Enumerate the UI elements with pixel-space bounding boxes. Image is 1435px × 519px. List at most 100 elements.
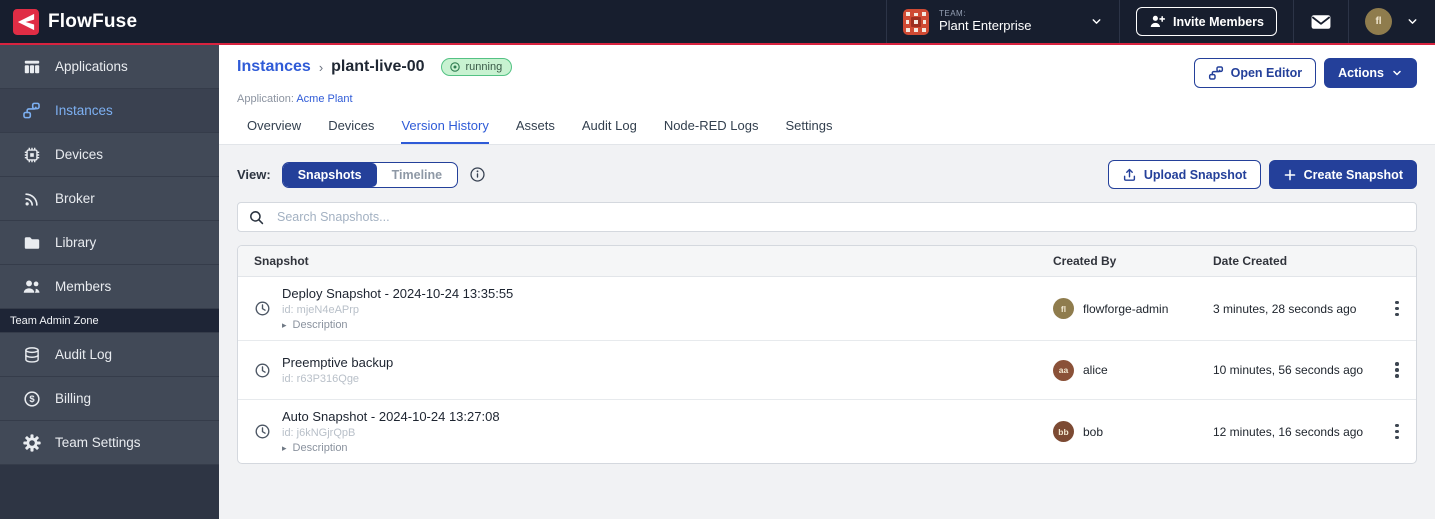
invite-members-label: Invite Members [1173, 15, 1264, 29]
flowfuse-logo-icon [13, 9, 39, 35]
team-name: Plant Enterprise [939, 19, 1032, 34]
breadcrumb-separator: › [319, 60, 323, 75]
chevron-down-icon [1406, 15, 1419, 28]
status-badge-label: running [466, 61, 503, 73]
snapshot-title: Preemptive backup [282, 355, 393, 370]
sidebar-item-devices[interactable]: Devices [0, 133, 219, 177]
breadcrumb: Instances › plant-live-00 running [237, 58, 512, 76]
user-plus-icon [1149, 13, 1166, 30]
tab-node-red-logs[interactable]: Node-RED Logs [664, 118, 759, 144]
invite-members-button[interactable]: Invite Members [1136, 7, 1277, 36]
tab-devices[interactable]: Devices [328, 118, 374, 144]
user-menu[interactable]: fl [1348, 0, 1435, 43]
caret-right-icon: ▸ [282, 320, 287, 331]
search-icon [248, 209, 265, 226]
actions-button[interactable]: Actions [1324, 58, 1417, 88]
plus-icon [1283, 168, 1297, 182]
upload-snapshot-button[interactable]: Upload Snapshot [1108, 160, 1261, 189]
sidebar-item-label: Broker [55, 191, 95, 206]
column-snapshot: Snapshot [238, 254, 1053, 268]
view-toggle: Snapshots Timeline [282, 162, 458, 188]
snapshot-id: id: r63P316Qge [282, 373, 393, 385]
kebab-menu-icon[interactable] [1378, 301, 1416, 317]
dollar-coin-icon: $ [22, 390, 41, 408]
svg-text:$: $ [29, 394, 35, 405]
broadcast-icon [22, 190, 41, 208]
sidebar-item-members[interactable]: Members [0, 265, 219, 309]
sidebar-item-team-settings[interactable]: Team Settings [0, 421, 219, 465]
description-toggle[interactable]: ▸ Description [282, 319, 513, 331]
table-row[interactable]: Auto Snapshot - 2024-10-24 13:27:08 id: … [238, 400, 1416, 463]
sidebar-item-label: Billing [55, 391, 91, 406]
create-snapshot-button[interactable]: Create Snapshot [1269, 160, 1417, 189]
sidebar-item-label: Audit Log [55, 347, 112, 362]
kebab-menu-icon[interactable] [1378, 362, 1416, 378]
table-row[interactable]: Deploy Snapshot - 2024-10-24 13:35:55 id… [238, 277, 1416, 341]
open-editor-button[interactable]: Open Editor [1194, 58, 1317, 88]
header-buttons: Open Editor Actions [1194, 58, 1417, 88]
tab-overview[interactable]: Overview [247, 118, 301, 144]
toggle-snapshots[interactable]: Snapshots [283, 163, 377, 187]
gear-icon [22, 434, 41, 452]
users-icon [22, 277, 41, 296]
sidebar: Applications Instances Devices Broker [0, 45, 219, 519]
application-label: Application: [237, 93, 294, 105]
application-line: Application: Acme Plant [237, 93, 1417, 105]
chevron-down-icon [1090, 15, 1103, 28]
creator-name: bob [1083, 425, 1103, 439]
team-selector[interactable]: TEAM: Plant Enterprise [886, 0, 1119, 43]
sidebar-item-library[interactable]: Library [0, 221, 219, 265]
snapshots-table: Snapshot Created By Date Created Deplo [237, 245, 1417, 464]
upload-snapshot-label: Upload Snapshot [1144, 168, 1247, 182]
clock-icon [254, 362, 271, 379]
avatar: bb [1053, 421, 1074, 442]
table-header: Snapshot Created By Date Created [238, 246, 1416, 277]
editor-instances-icon [1208, 65, 1224, 81]
brand-area[interactable]: FlowFuse [0, 0, 137, 43]
actions-label: Actions [1338, 66, 1384, 80]
envelope-icon[interactable] [1310, 13, 1332, 31]
clock-icon [254, 423, 271, 440]
page-header: Instances › plant-live-00 running [219, 45, 1435, 145]
team-admin-zone-label: Team Admin Zone [0, 309, 219, 333]
description-toggle[interactable]: ▸ Description [282, 442, 500, 454]
main-area: Instances › plant-live-00 running [219, 45, 1435, 519]
open-editor-label: Open Editor [1231, 66, 1303, 80]
chevron-down-icon [1391, 67, 1403, 79]
toggle-timeline[interactable]: Timeline [377, 163, 457, 187]
kebab-menu-icon[interactable] [1378, 424, 1416, 440]
chip-icon [22, 146, 41, 164]
caret-right-icon: ▸ [282, 443, 287, 454]
instances-icon [22, 101, 41, 120]
avatar: aa [1053, 360, 1074, 381]
table-row[interactable]: Preemptive backup id: r63P316Qge aa alic… [238, 341, 1416, 400]
invite-section: Invite Members [1119, 0, 1293, 43]
user-avatar: fl [1365, 8, 1392, 35]
sidebar-item-audit-log[interactable]: Audit Log [0, 333, 219, 377]
sidebar-item-broker[interactable]: Broker [0, 177, 219, 221]
snapshot-title: Deploy Snapshot - 2024-10-24 13:35:55 [282, 286, 513, 301]
sidebar-item-label: Instances [55, 103, 113, 118]
avatar: fl [1053, 298, 1074, 319]
breadcrumb-instances-link[interactable]: Instances [237, 58, 311, 76]
application-link[interactable]: Acme Plant [296, 93, 352, 105]
notifications-section [1293, 0, 1348, 43]
tab-settings[interactable]: Settings [785, 118, 832, 144]
tab-assets[interactable]: Assets [516, 118, 555, 144]
snapshot-id: id: j6kNGjrQpB [282, 427, 500, 439]
date-created: 12 minutes, 16 seconds ago [1213, 425, 1378, 439]
sidebar-item-billing[interactable]: $ Billing [0, 377, 219, 421]
search-bar [237, 202, 1417, 232]
sidebar-item-applications[interactable]: Applications [0, 45, 219, 89]
sidebar-item-instances[interactable]: Instances [0, 89, 219, 133]
tab-audit-log[interactable]: Audit Log [582, 118, 637, 144]
sidebar-item-label: Members [55, 279, 111, 294]
search-input[interactable] [275, 209, 1406, 225]
database-icon [22, 346, 41, 364]
brand-name: FlowFuse [48, 11, 137, 33]
navbar-right: TEAM: Plant Enterprise Invite Members [886, 0, 1435, 43]
info-icon[interactable] [469, 166, 486, 183]
create-snapshot-label: Create Snapshot [1304, 168, 1403, 182]
tab-version-history[interactable]: Version History [401, 118, 488, 144]
applications-icon [22, 58, 41, 76]
